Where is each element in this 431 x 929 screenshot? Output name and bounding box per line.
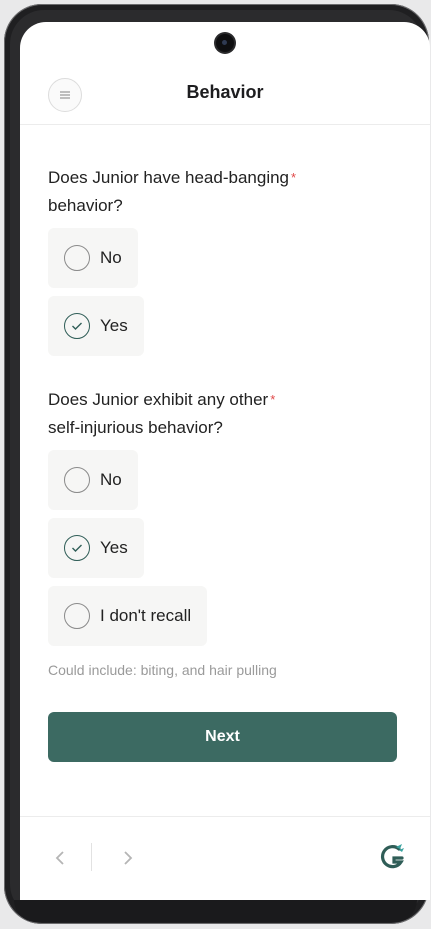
option-yes[interactable]: Yes [48,296,144,356]
option-label: Yes [100,316,128,335]
question-text-cont: self-injurious behavior? [48,418,223,437]
option-dont-recall[interactable]: I don't recall [48,586,208,646]
question-self-injurious: Does Junior exhibit any other * self-inju… [48,386,403,442]
front-camera [216,34,234,52]
option-no[interactable]: No [48,228,138,288]
bottom-nav [20,816,430,900]
brand-logo-icon [380,843,406,871]
option-label: No [100,248,122,267]
required-marker: * [291,170,297,185]
form-content: Does Junior have head-banging * behavior?… [48,124,403,762]
radio-unchecked-icon[interactable] [64,467,90,493]
nav-divider [91,843,92,871]
option-no[interactable]: No [48,450,138,510]
checkmark-icon [72,544,82,552]
radio-unchecked-icon[interactable] [64,603,90,629]
question-text-cont: behavior? [48,196,123,215]
question-text: Does Junior exhibit any other [48,390,269,409]
option-yes[interactable]: Yes [48,518,144,578]
checkmark-icon [72,322,82,330]
next-button[interactable]: Next [48,712,397,762]
radio-checked-icon[interactable] [64,313,90,339]
phone-bottom-bezel [14,900,417,922]
app-screen: Behavior Does Junior have head-banging * … [20,22,430,900]
radio-unchecked-icon[interactable] [64,245,90,271]
next-nav-button[interactable] [118,847,138,869]
option-label: No [100,470,122,489]
option-label: I don't recall [100,606,192,625]
page-title: Behavior [186,82,264,102]
chevron-left-icon [55,851,64,865]
prev-button[interactable] [50,847,70,869]
option-label: Yes [100,538,128,557]
required-marker: * [270,392,276,407]
radio-checked-icon[interactable] [64,535,90,561]
question-head-banging: Does Junior have head-banging * behavior? [48,164,403,220]
app-header: Behavior [20,70,430,125]
hint-text: Could include: biting, and hair pulling [48,662,277,678]
chevron-right-icon [124,851,133,865]
question-text: Does Junior have head-banging [48,168,290,187]
